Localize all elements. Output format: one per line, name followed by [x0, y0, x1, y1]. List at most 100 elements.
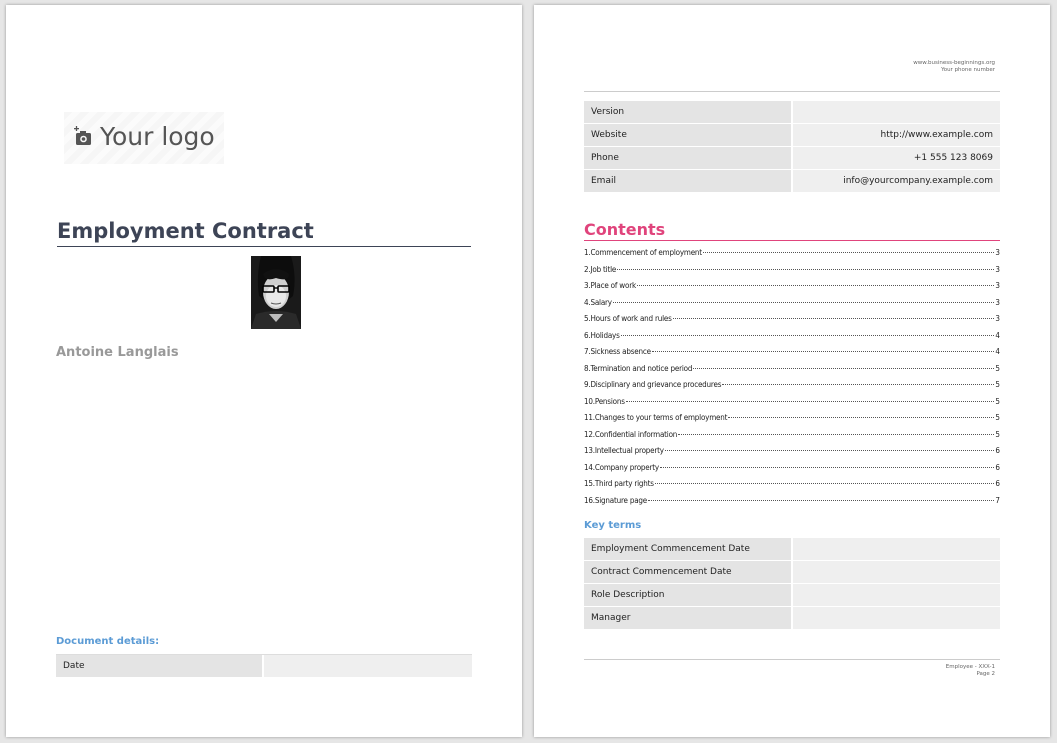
table-row: Employment Commencement Date — [584, 538, 1000, 560]
info-label: Phone — [584, 147, 791, 169]
key-term-label: Employment Commencement Date — [584, 538, 791, 560]
toc-item-page: 3 — [995, 281, 1000, 290]
info-value[interactable] — [793, 101, 1000, 123]
toc-item-page: 5 — [995, 380, 1000, 389]
toc-item[interactable]: 13.Intellectual property 6 — [584, 446, 1000, 463]
toc-item-label: 4.Salary — [584, 297, 612, 307]
key-term-value[interactable] — [793, 607, 1000, 629]
toc-item-page: 3 — [995, 248, 1000, 257]
info-value[interactable]: +1 555 123 8069 — [793, 147, 1000, 169]
table-of-contents: 1.Commencement of employment 3 2.Job title… — [584, 248, 1000, 512]
toc-item-label: 12.Confidential information — [584, 429, 678, 439]
toc-item-label: 6.Holidays — [584, 330, 620, 340]
toc-leader-dots — [612, 301, 995, 303]
info-value[interactable]: http://www.example.com — [793, 124, 1000, 146]
table-row: Role Description — [584, 584, 1000, 606]
info-value[interactable]: info@yourcompany.example.com — [793, 170, 1000, 192]
key-term-label: Manager — [584, 607, 791, 629]
key-terms-heading: Key terms — [584, 520, 642, 531]
toc-leader-dots — [659, 466, 995, 468]
toc-leader-dots — [651, 351, 995, 352]
table-row: Manager — [584, 607, 1000, 629]
toc-item-label: 7.Sickness absence — [584, 347, 651, 356]
toc-item[interactable]: 1.Commencement of employment 3 — [584, 248, 1000, 265]
toc-item[interactable]: 3.Place of work 3 — [584, 281, 1000, 298]
toc-leader-dots — [728, 417, 995, 418]
table-row: Date — [56, 655, 472, 677]
footer-doc-ref: Employee - XXX-1 — [945, 664, 995, 670]
author-photo — [251, 256, 301, 329]
toc-item[interactable]: 8.Termination and notice period 5 — [584, 364, 1000, 381]
toc-item[interactable]: 12.Confidential information 5 — [584, 430, 1000, 447]
toc-item-label: 8.Termination and notice period — [584, 363, 693, 373]
toc-item[interactable]: 5.Hours of work and rules 3 — [584, 314, 1000, 331]
toc-leader-dots — [678, 433, 995, 435]
page-1: Your logo Employment Contract Antoine La… — [6, 5, 522, 737]
toc-item-page: 4 — [995, 330, 1000, 340]
footer-page-number: Page 2 — [976, 671, 995, 677]
table-row: Phone +1 555 123 8069 — [584, 147, 1000, 169]
document-details-table: Date — [56, 654, 472, 678]
contents-heading: Contents — [584, 220, 1000, 241]
toc-leader-dots — [636, 285, 995, 286]
key-term-value[interactable] — [793, 538, 1000, 560]
document-title: Employment Contract — [57, 218, 471, 247]
toc-item-page: 5 — [995, 396, 1000, 406]
details-value[interactable] — [264, 655, 472, 677]
toc-item-label: 9.Disciplinary and grievance procedures — [584, 380, 722, 389]
key-terms-table: Employment Commencement Date Contract Co… — [584, 538, 1000, 630]
toc-item[interactable]: 2.Job title 3 — [584, 265, 1000, 282]
toc-item-label: 1.Commencement of employment — [584, 248, 702, 257]
toc-item-page: 6 — [995, 446, 1000, 455]
toc-item-label: 16.Signature page — [584, 495, 648, 505]
table-row: Website http://www.example.com — [584, 124, 1000, 146]
toc-item-page: 6 — [995, 479, 1000, 488]
logo-text: Your logo — [100, 122, 215, 151]
table-row: Version — [584, 101, 1000, 123]
page-2: www.business-beginnings.org Your phone n… — [534, 5, 1050, 737]
toc-item[interactable]: 7.Sickness absence 4 — [584, 347, 1000, 364]
toc-item[interactable]: 4.Salary 3 — [584, 298, 1000, 315]
toc-leader-dots — [672, 318, 995, 319]
page-footer: Employee - XXX-1 Page 2 — [946, 664, 995, 678]
toc-leader-dots — [625, 400, 995, 402]
toc-item-page: 7 — [995, 495, 1000, 505]
key-term-value[interactable] — [793, 584, 1000, 606]
toc-item[interactable]: 16.Signature page 7 — [584, 496, 1000, 513]
toc-item-label: 11.Changes to your terms of employment — [584, 413, 728, 422]
toc-item[interactable]: 15.Third party rights 6 — [584, 479, 1000, 496]
logo-placeholder[interactable]: Your logo — [64, 112, 224, 164]
toc-item-page: 5 — [995, 363, 1000, 373]
toc-leader-dots — [702, 252, 995, 253]
header-website[interactable]: www.business-beginnings.org — [913, 60, 995, 67]
toc-leader-dots — [617, 268, 995, 270]
info-label: Version — [584, 101, 791, 123]
info-table: Version Website http://www.example.com P… — [584, 101, 1000, 193]
toc-item-label: 3.Place of work — [584, 281, 636, 290]
toc-leader-dots — [664, 450, 995, 451]
toc-item-label: 15.Third party rights — [584, 479, 654, 488]
toc-item[interactable]: 14.Company property 6 — [584, 463, 1000, 480]
toc-item-page: 4 — [995, 347, 1000, 356]
toc-leader-dots — [693, 367, 995, 369]
toc-item-label: 13.Intellectual property — [584, 446, 664, 455]
document-details-heading: Document details: — [56, 636, 160, 647]
toc-item-label: 14.Company property — [584, 462, 659, 472]
details-label: Date — [56, 655, 262, 677]
toc-item[interactable]: 9.Disciplinary and grievance procedures 5 — [584, 380, 1000, 397]
toc-item[interactable]: 10.Pensions 5 — [584, 397, 1000, 414]
toc-item[interactable]: 6.Holidays 4 — [584, 331, 1000, 348]
toc-item-label: 10.Pensions — [584, 396, 625, 406]
table-row: Contract Commencement Date — [584, 561, 1000, 583]
toc-item-page: 3 — [995, 314, 1000, 323]
toc-item[interactable]: 11.Changes to your terms of employment 5 — [584, 413, 1000, 430]
info-label: Email — [584, 170, 791, 192]
toc-item-page: 6 — [995, 462, 1000, 472]
toc-leader-dots — [722, 384, 995, 385]
key-term-label: Contract Commencement Date — [584, 561, 791, 583]
toc-item-label: 5.Hours of work and rules — [584, 314, 672, 323]
header-divider — [584, 91, 1000, 92]
key-term-value[interactable] — [793, 561, 1000, 583]
info-label: Website — [584, 124, 791, 146]
header-phone: Your phone number — [941, 67, 995, 73]
